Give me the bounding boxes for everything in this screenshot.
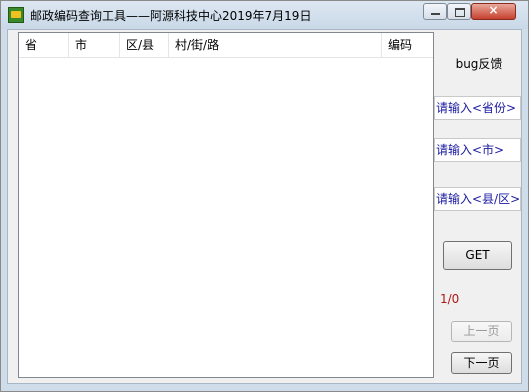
city-input[interactable]: 请输入<市> [434, 138, 521, 162]
district-input[interactable]: 请输入<县/区> [434, 187, 521, 211]
column-header-code[interactable]: 编码 [382, 33, 433, 57]
minimize-button[interactable] [423, 3, 447, 20]
title-bar[interactable]: 邮政编码查询工具——阿源科技中心2019年7月19日 × [1, 1, 528, 29]
app-window: 邮政编码查询工具——阿源科技中心2019年7月19日 × 省 市 区/县 村/街… [0, 0, 529, 392]
prev-page-button[interactable]: 上一页 [451, 321, 512, 342]
next-page-button[interactable]: 下一页 [451, 352, 512, 374]
get-button[interactable]: GET [443, 241, 512, 270]
page-indicator: 1/0 [440, 292, 460, 306]
column-header-street[interactable]: 村/街/路 [169, 33, 382, 57]
results-list[interactable]: 省 市 区/县 村/街/路 编码 [18, 32, 434, 378]
province-input[interactable]: 请输入<省份> [434, 96, 521, 120]
column-header-province[interactable]: 省 [19, 33, 69, 57]
maximize-button[interactable] [447, 3, 471, 20]
list-header: 省 市 区/县 村/街/路 编码 [19, 33, 433, 58]
app-icon [8, 7, 24, 23]
close-button[interactable]: × [471, 3, 516, 20]
client-area: 省 市 区/县 村/街/路 编码 bug反馈 请输入<省份> 请输入<市> 请输… [7, 29, 522, 384]
close-icon: × [488, 3, 499, 17]
bug-report-button[interactable]: bug反馈 [444, 52, 514, 76]
window-title: 邮政编码查询工具——阿源科技中心2019年7月19日 [30, 9, 312, 23]
column-header-city[interactable]: 市 [69, 33, 120, 57]
column-header-district[interactable]: 区/县 [120, 33, 169, 57]
